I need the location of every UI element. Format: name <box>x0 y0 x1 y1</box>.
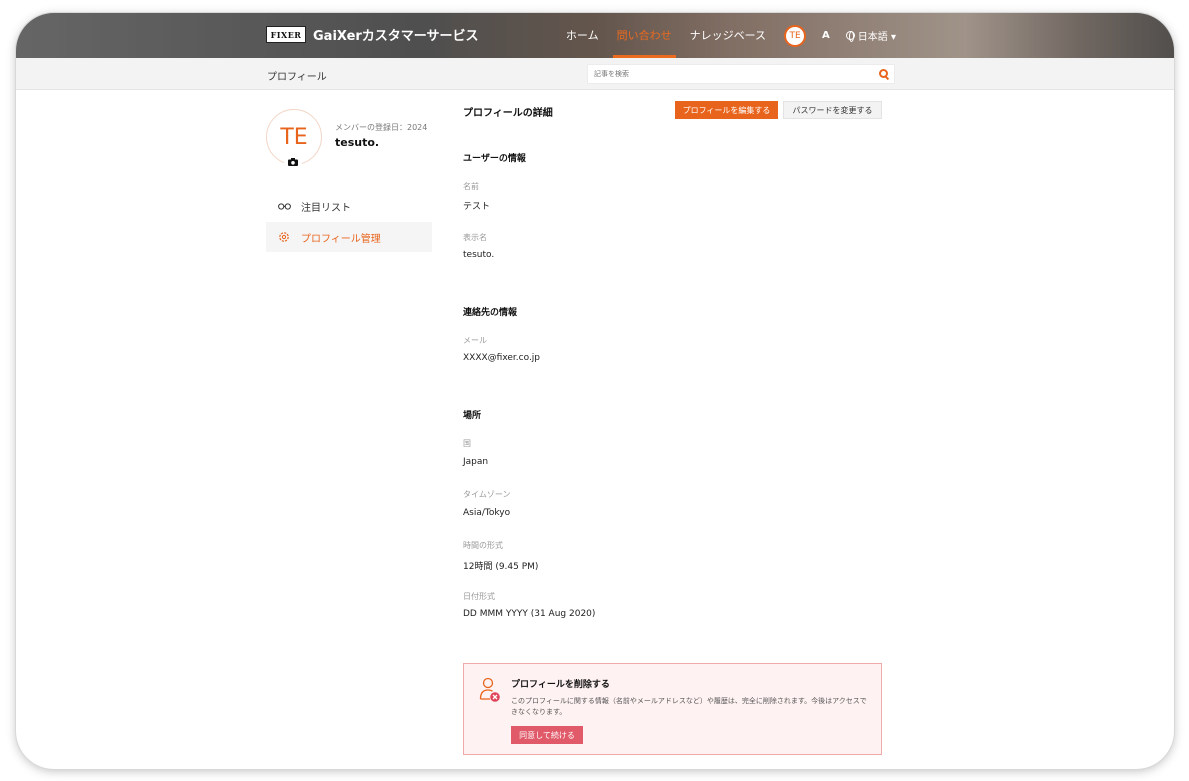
time-format-label: 時間の形式 <box>463 541 503 550</box>
brand[interactable]: FIXER GaiXerカスタマーサービス <box>266 25 479 44</box>
nav-knowledge-base[interactable]: ナレッジベース <box>690 13 766 58</box>
page-title: プロフィールの詳細 <box>463 108 553 119</box>
date-format-label: 日付形式 <box>463 592 495 601</box>
change-password-button[interactable]: パスワードを変更する <box>783 101 882 119</box>
email-label: メール <box>463 336 487 345</box>
delete-user-icon <box>479 677 501 707</box>
language-label: 日本語 ▾ <box>857 32 896 43</box>
time-format-value: 12時間 (9.45 PM) <box>463 562 539 572</box>
user-avatar-button[interactable]: TE <box>784 24 807 47</box>
delete-profile-description: このプロフィールに関する情報（名前やメールアドレスなど）や履歴は、完全に削除され… <box>511 697 867 716</box>
gear-icon <box>278 231 292 243</box>
search-icon[interactable] <box>879 69 889 79</box>
sidebar-item-label: プロフィール管理 <box>301 233 381 245</box>
sub-header: プロフィール <box>16 58 1174 90</box>
globe-icon <box>845 31 855 42</box>
timezone-value: Asia/Tokyo <box>463 508 511 518</box>
sidebar-item-profile-management[interactable]: プロフィール管理 <box>266 222 432 252</box>
search-box <box>587 64 895 84</box>
fixer-logo: FIXER <box>266 26 306 43</box>
language-selector[interactable]: 日本語 ▾ <box>845 28 896 43</box>
nav-inquiry[interactable]: 問い合わせ <box>612 13 676 58</box>
delete-profile-panel: プロフィールを削除する このプロフィールに関する情報（名前やメールアドレスなど）… <box>463 663 882 755</box>
section-location: 場所 <box>463 411 482 421</box>
camera-icon[interactable] <box>284 153 302 171</box>
edit-profile-button[interactable]: プロフィールを編集する <box>675 101 778 119</box>
timezone-label: タイムゾーン <box>463 490 511 499</box>
main-nav: ホーム 問い合わせ ナレッジベース TE A 日本語 ▾ <box>548 13 896 58</box>
sidebar-item-watchlist[interactable]: 注目リスト <box>266 191 432 221</box>
sidebar-item-label: 注目リスト <box>301 202 351 214</box>
member-since: メンバーの登録日：2024 <box>335 123 428 132</box>
top-navbar: FIXER GaiXerカスタマーサービス ホーム 問い合わせ ナレッジベース … <box>16 13 1174 58</box>
country-label: 国 <box>463 439 471 448</box>
profile-username: tesuto. <box>335 136 380 149</box>
name-value: テスト <box>463 202 491 212</box>
display-name-value: tesuto. <box>463 250 495 260</box>
brand-name: GaiXerカスタマーサービス <box>313 29 479 44</box>
glasses-icon <box>278 202 292 210</box>
font-size-icon[interactable]: A <box>822 30 830 41</box>
name-label: 名前 <box>463 182 479 191</box>
delete-profile-title: プロフィールを削除する <box>511 680 610 690</box>
display-name-label: 表示名 <box>463 233 487 242</box>
agree-continue-button[interactable]: 同意して続ける <box>511 726 583 744</box>
section-user-info: ユーザーの情報 <box>463 154 526 164</box>
section-contact: 連絡先の情報 <box>463 308 518 318</box>
app-window: FIXER GaiXerカスタマーサービス ホーム 問い合わせ ナレッジベース … <box>16 13 1174 769</box>
email-value: XXXX@fixer.co.jp <box>463 353 541 363</box>
breadcrumb: プロフィール <box>267 72 327 83</box>
search-input[interactable] <box>588 65 879 83</box>
date-format-value: DD MMM YYYY (31 Aug 2020) <box>463 609 596 619</box>
nav-home[interactable]: ホーム <box>566 13 599 58</box>
country-value: Japan <box>463 457 489 467</box>
